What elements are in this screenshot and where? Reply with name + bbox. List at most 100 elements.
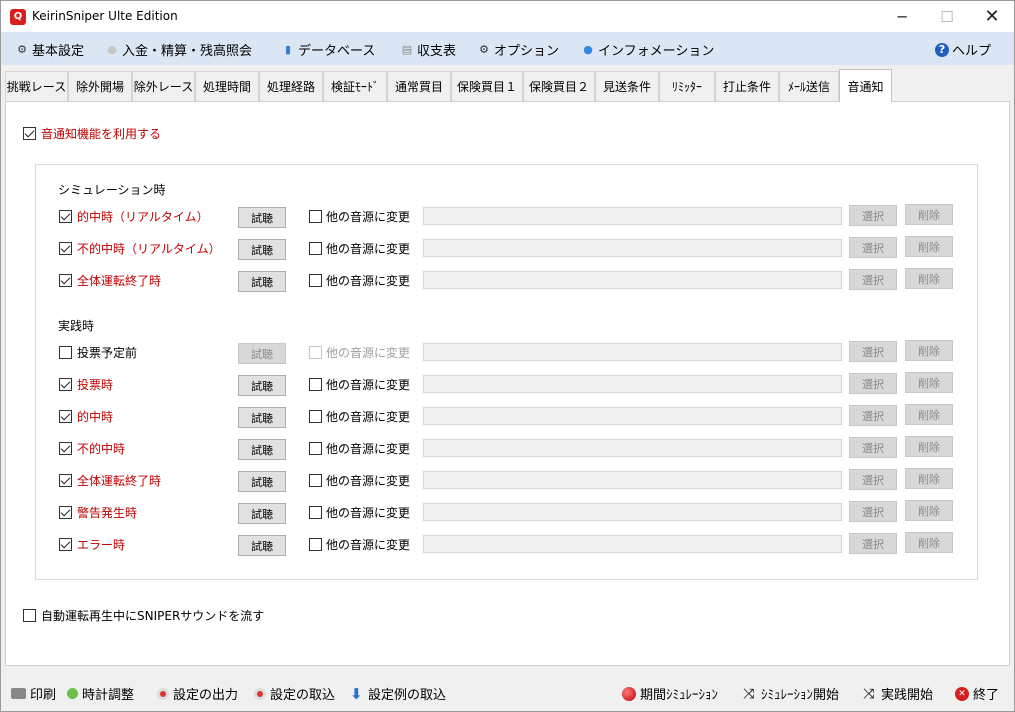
practice-row-checkbox[interactable] xyxy=(59,537,72,551)
checkbox[interactable] xyxy=(309,378,322,391)
simulation-start-button[interactable]: ⤨ ｼﾐｭﾚｰｼｮﾝ開始 xyxy=(743,684,839,704)
simulation-row-checkbox[interactable] xyxy=(59,241,72,255)
practice-row-checkbox[interactable] xyxy=(59,409,72,423)
print-button[interactable]: 印刷 xyxy=(11,684,56,703)
listen-button[interactable]: 試聴 xyxy=(238,207,286,228)
tab-normal-bets[interactable]: 通常買目 xyxy=(387,71,451,101)
practice-start-button[interactable]: ⤨ 実践開始 xyxy=(863,684,933,704)
tab-excluded-venues[interactable]: 除外開場 xyxy=(68,71,132,101)
tab-stop-conditions[interactable]: 打止条件 xyxy=(715,71,779,101)
change-source-checkbox[interactable] xyxy=(309,473,322,487)
change-source-checkbox[interactable] xyxy=(309,537,322,551)
checkbox[interactable] xyxy=(59,346,72,359)
change-source-checkbox[interactable] xyxy=(309,505,322,519)
delete-button[interactable]: 削除 xyxy=(905,268,953,289)
practice-row-checkbox[interactable] xyxy=(59,505,72,519)
listen-button[interactable]: 試聴 xyxy=(238,407,286,428)
import-settings-button[interactable]: 設定の取込 xyxy=(254,684,335,703)
tab-skip-conditions[interactable]: 見送条件 xyxy=(595,71,659,101)
listen-button[interactable]: 試聴 xyxy=(238,439,286,460)
checkbox[interactable] xyxy=(59,274,72,287)
enable-sound-checkbox[interactable] xyxy=(23,126,36,140)
checkbox[interactable] xyxy=(23,609,36,622)
checkbox[interactable] xyxy=(59,242,72,255)
checkbox[interactable] xyxy=(59,506,72,519)
change-source-checkbox[interactable] xyxy=(309,441,322,455)
menu-information[interactable]: ● インフォメーション xyxy=(581,40,714,60)
delete-button[interactable]: 削除 xyxy=(905,404,953,425)
select-button[interactable]: 選択 xyxy=(849,501,897,522)
checkbox[interactable] xyxy=(59,210,72,223)
menu-balance-sheet[interactable]: ▤ 収支表 xyxy=(400,40,456,60)
checkbox[interactable] xyxy=(59,474,72,487)
tab-processing-time[interactable]: 処理時間 xyxy=(195,71,259,101)
delete-button[interactable]: 削除 xyxy=(905,468,953,489)
tab-excluded-races[interactable]: 除外レース xyxy=(132,71,195,101)
simulation-row-checkbox[interactable] xyxy=(59,273,72,287)
listen-button[interactable]: 試聴 xyxy=(238,503,286,524)
select-button[interactable]: 選択 xyxy=(849,405,897,426)
checkbox[interactable] xyxy=(59,378,72,391)
checkbox[interactable] xyxy=(59,442,72,455)
checkbox[interactable] xyxy=(309,474,322,487)
maximize-button[interactable]: ☐ xyxy=(924,1,970,32)
tab-verification-mode[interactable]: 検証ﾓｰﾄﾞ xyxy=(323,71,387,101)
checkbox[interactable] xyxy=(309,442,322,455)
listen-button[interactable]: 試聴 xyxy=(238,471,286,492)
tab-challenge-race[interactable]: 挑戦レース xyxy=(5,71,68,101)
delete-button[interactable]: 削除 xyxy=(905,532,953,553)
change-source-checkbox[interactable] xyxy=(309,273,322,287)
menu-help[interactable]: ? ヘルプ xyxy=(935,40,991,59)
delete-button[interactable]: 削除 xyxy=(905,436,953,457)
select-button[interactable]: 選択 xyxy=(849,437,897,458)
select-button[interactable]: 選択 xyxy=(849,533,897,554)
listen-button[interactable]: 試聴 xyxy=(238,375,286,396)
delete-button[interactable]: 削除 xyxy=(905,500,953,521)
practice-row-checkbox[interactable] xyxy=(59,377,72,391)
close-button[interactable]: ✕ xyxy=(969,1,1015,32)
clock-adjust-button[interactable]: 時計調整 xyxy=(67,684,134,703)
checkbox[interactable] xyxy=(23,127,36,140)
change-source-checkbox[interactable] xyxy=(309,209,322,223)
delete-button[interactable]: 削除 xyxy=(905,204,953,225)
period-simulation-button[interactable]: 期間ｼﾐｭﾚｰｼｮﾝ xyxy=(622,684,718,703)
change-source-checkbox[interactable] xyxy=(309,241,322,255)
tab-insurance-bets-2[interactable]: 保険買目２ xyxy=(523,71,595,101)
delete-button[interactable]: 削除 xyxy=(905,372,953,393)
sniper-sound-checkbox[interactable] xyxy=(23,608,36,622)
checkbox[interactable] xyxy=(309,242,322,255)
checkbox[interactable] xyxy=(309,506,322,519)
export-settings-button[interactable]: 設定の出力 xyxy=(157,684,238,703)
listen-button[interactable]: 試聴 xyxy=(238,535,286,556)
minimize-button[interactable]: ─ xyxy=(879,1,925,32)
select-button[interactable]: 選択 xyxy=(849,205,897,226)
select-button[interactable]: 選択 xyxy=(849,469,897,490)
practice-row-checkbox[interactable] xyxy=(59,473,72,487)
practice-row-checkbox[interactable] xyxy=(59,441,72,455)
import-example-button[interactable]: ⬇ 設定例の取込 xyxy=(350,684,446,703)
select-button[interactable]: 選択 xyxy=(849,237,897,258)
delete-button[interactable]: 削除 xyxy=(905,340,953,361)
listen-button[interactable]: 試聴 xyxy=(238,271,286,292)
tab-insurance-bets-1[interactable]: 保険買目１ xyxy=(451,71,523,101)
checkbox[interactable] xyxy=(309,410,322,423)
change-source-checkbox[interactable] xyxy=(309,345,322,359)
checkbox[interactable] xyxy=(59,410,72,423)
tab-mail-send[interactable]: ﾒｰﾙ送信 xyxy=(779,71,839,101)
menu-deposit[interactable]: ● 入金・精算・残高照会 xyxy=(105,40,252,60)
select-button[interactable]: 選択 xyxy=(849,269,897,290)
checkbox[interactable] xyxy=(59,538,72,551)
practice-row-checkbox[interactable] xyxy=(59,345,72,359)
checkbox[interactable] xyxy=(309,210,322,223)
checkbox[interactable] xyxy=(309,346,322,359)
menu-basic-settings[interactable]: ⚙ 基本設定 xyxy=(15,40,84,60)
select-button[interactable]: 選択 xyxy=(849,341,897,362)
listen-button[interactable]: 試聴 xyxy=(238,343,286,364)
checkbox[interactable] xyxy=(309,538,322,551)
exit-button[interactable]: ✕ 終了 xyxy=(955,684,999,703)
delete-button[interactable]: 削除 xyxy=(905,236,953,257)
change-source-checkbox[interactable] xyxy=(309,377,322,391)
simulation-row-checkbox[interactable] xyxy=(59,209,72,223)
tab-processing-route[interactable]: 処理経路 xyxy=(259,71,323,101)
select-button[interactable]: 選択 xyxy=(849,373,897,394)
